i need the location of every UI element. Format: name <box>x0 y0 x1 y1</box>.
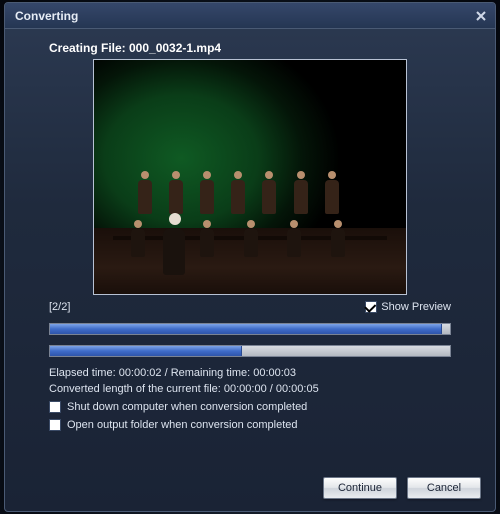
close-icon[interactable] <box>473 8 489 24</box>
file-counter: [2/2] <box>49 301 70 313</box>
button-row: Continue Cancel <box>323 477 481 499</box>
show-preview-checkbox[interactable]: Show Preview <box>365 301 451 313</box>
converting-dialog: Converting Creating File: 000_0032-1.mp4 <box>4 2 496 512</box>
show-preview-label: Show Preview <box>381 301 451 313</box>
checkbox-icon <box>365 301 377 313</box>
open-folder-checkbox[interactable]: Open output folder when conversion compl… <box>49 419 451 431</box>
titlebar: Converting <box>5 3 495 29</box>
shutdown-checkbox[interactable]: Shut down computer when conversion compl… <box>49 401 451 413</box>
dialog-title: Converting <box>15 9 78 23</box>
shutdown-label: Shut down computer when conversion compl… <box>67 401 307 413</box>
converted-length-text: Converted length of the current file: 00… <box>49 383 451 395</box>
current-progress-fill <box>50 346 242 356</box>
preview-pane <box>93 59 407 295</box>
overall-progress-bar <box>49 323 451 335</box>
continue-button[interactable]: Continue <box>323 477 397 499</box>
overall-progress-fill <box>50 324 442 334</box>
open-folder-label: Open output folder when conversion compl… <box>67 419 298 431</box>
current-progress-bar <box>49 345 451 357</box>
checkbox-icon <box>49 401 61 413</box>
preview-image <box>94 60 406 294</box>
creating-file-label: Creating File: 000_0032-1.mp4 <box>49 41 451 55</box>
elapsed-remaining-text: Elapsed time: 00:00:02 / Remaining time:… <box>49 367 451 379</box>
checkbox-icon <box>49 419 61 431</box>
dialog-content: Creating File: 000_0032-1.mp4 <box>5 29 495 431</box>
cancel-button[interactable]: Cancel <box>407 477 481 499</box>
